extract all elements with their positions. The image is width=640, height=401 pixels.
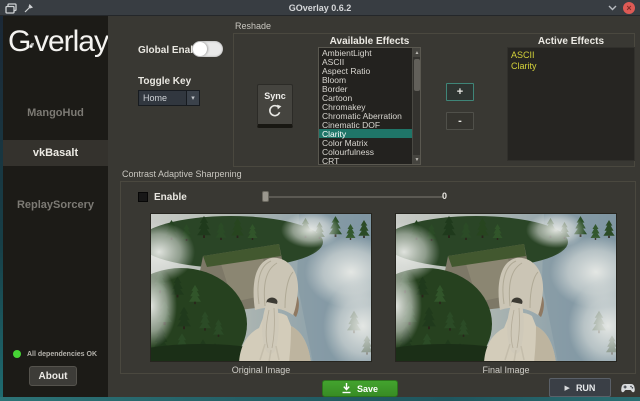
play-icon: ▶: [565, 384, 570, 392]
titlebar[interactable]: GOverlay 0.6.2 ×: [0, 0, 640, 16]
final-image-scene: [396, 214, 617, 362]
sidebar-item-vkbasalt[interactable]: vkBasalt: [3, 140, 108, 166]
available-effect-item[interactable]: CRT: [319, 157, 414, 165]
window-title: GOverlay 0.6.2: [0, 0, 640, 16]
sidebar: G verlay MangoHud vkBasalt ReplaySorcery A…: [3, 16, 108, 397]
save-button[interactable]: Save: [322, 380, 398, 397]
chevron-down-icon: [608, 5, 617, 11]
logo-text-suffix: verlay: [34, 25, 108, 59]
scroll-up-icon[interactable]: ▲: [413, 48, 421, 57]
final-image-preview: [395, 213, 617, 362]
original-image-label: Original Image: [150, 365, 372, 375]
close-icon: ×: [626, 4, 631, 13]
slider-handle[interactable]: [262, 191, 269, 202]
goverlay-logo: G verlay: [8, 20, 108, 64]
active-effects-list: ASCIIClarity: [507, 47, 635, 161]
minimize-button[interactable]: [606, 3, 618, 13]
add-effect-button[interactable]: +: [446, 83, 474, 101]
original-image-preview: [150, 213, 372, 362]
original-image-scene: [151, 214, 372, 362]
about-button[interactable]: About: [29, 366, 77, 386]
run-button-label: RUN: [576, 383, 596, 393]
scrollbar-thumb[interactable]: [414, 59, 420, 91]
final-image-label: Final Image: [395, 365, 617, 375]
available-effects-list: AmbientLightASCIIAspect RatioBloomBorder…: [319, 48, 414, 165]
sidebar-item-replaysorcery[interactable]: ReplaySorcery: [3, 192, 108, 218]
save-button-label: Save: [357, 384, 378, 394]
toggle-knob: [193, 42, 207, 56]
reshade-group-title: Reshade: [235, 21, 271, 31]
run-button[interactable]: ▶ RUN: [549, 378, 611, 397]
active-effect-item[interactable]: ASCII: [511, 50, 634, 61]
refresh-icon: [268, 104, 282, 118]
toggle-key-value: Home: [139, 93, 186, 103]
dependency-status: All dependencies OK: [13, 349, 108, 359]
available-effects-header: Available Effects: [318, 36, 421, 47]
cas-enable-checkbox[interactable]: [138, 192, 148, 202]
cas-group-title: Contrast Adaptive Sharpening: [122, 169, 242, 179]
sidebar-nav: MangoHud vkBasalt ReplaySorcery: [3, 94, 108, 218]
dependency-status-text: All dependencies OK: [27, 351, 97, 358]
sync-button[interactable]: Sync: [257, 84, 293, 128]
available-effects-listbox: AmbientLightASCIIAspect RatioBloomBorder…: [318, 47, 421, 165]
cas-enable-label: Enable: [154, 192, 187, 203]
goverlay-window: GOverlay 0.6.2 × G verlay MangoHud vkBasa…: [0, 0, 640, 401]
slider-track: [262, 196, 444, 198]
gamepad-icon: [619, 381, 637, 395]
desktop-edge-bottom: [0, 397, 640, 401]
toggle-key-label: Toggle Key: [138, 76, 191, 87]
status-ok-dot: [13, 350, 21, 358]
global-enable-toggle[interactable]: [192, 41, 223, 57]
sidebar-item-mangohud[interactable]: MangoHud: [3, 100, 108, 126]
cas-slider-value: 0: [442, 191, 447, 201]
scroll-down-icon[interactable]: ▼: [413, 155, 421, 164]
sync-button-label: Sync: [264, 91, 286, 101]
effects-scrollbar[interactable]: ▲ ▼: [412, 48, 420, 164]
cas-sharpness-slider[interactable]: [262, 190, 444, 204]
gamepad-button[interactable]: [616, 378, 640, 397]
remove-effect-button[interactable]: -: [446, 112, 474, 130]
close-button[interactable]: ×: [623, 2, 635, 14]
logo-text-prefix: G: [8, 25, 30, 59]
main-panel: Global Enable Toggle Key Home ▾ Reshade …: [108, 16, 640, 397]
select-dropdown-icon[interactable]: ▾: [186, 91, 199, 105]
active-effect-item[interactable]: Clarity: [511, 61, 634, 72]
active-effects-header: Active Effects: [507, 36, 635, 47]
save-download-icon: [342, 383, 351, 394]
toggle-key-select[interactable]: Home ▾: [138, 90, 200, 106]
